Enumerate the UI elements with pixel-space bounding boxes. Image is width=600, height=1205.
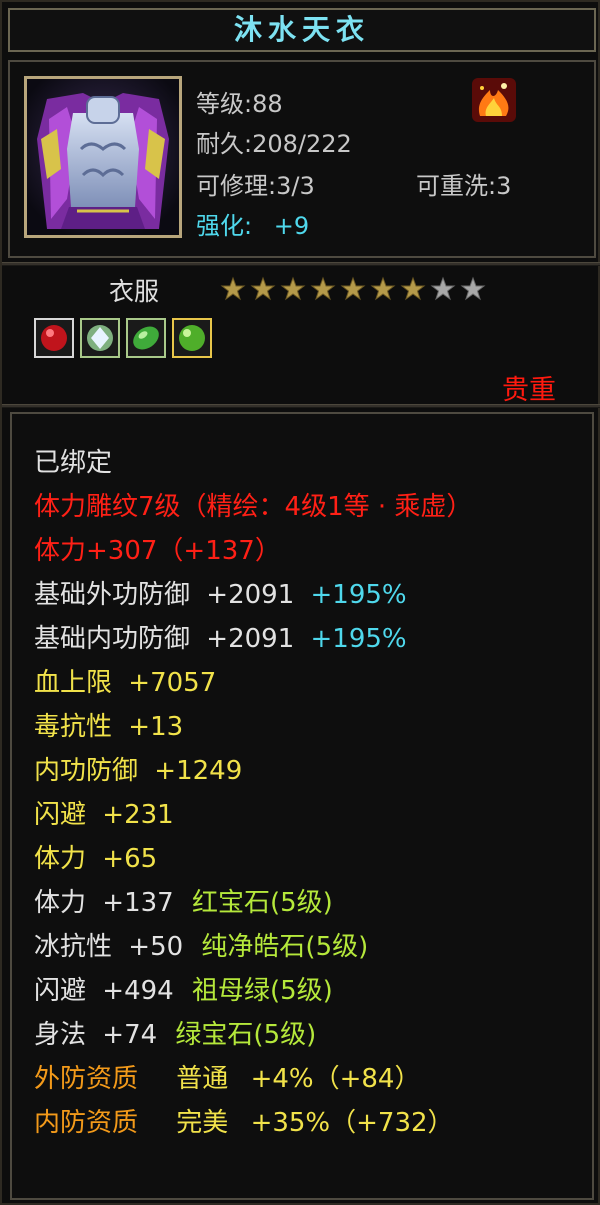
item-repair-count: 可修理:3/3 — [196, 172, 315, 200]
item-header: 等级:88 耐久:208/222 可修理:3/3 可重洗:3 强化: +9 — [8, 60, 596, 258]
star-empty-icon — [460, 276, 486, 301]
divider — [2, 262, 600, 266]
rarity-label: 贵重 — [502, 375, 556, 406]
item-level: 等级:88 — [196, 90, 283, 118]
poison-line: 毒抗性 +13 — [34, 712, 184, 742]
item-type: 衣服 — [109, 277, 160, 306]
item-portrait — [24, 76, 182, 238]
attribute-list: 已绑定 体力雕纹7级（精绘：4级1等 · 乘虚） 体力+307（+137） 基础… — [10, 412, 594, 1200]
gem-slots — [34, 318, 212, 358]
engrave-line: 体力雕纹7级（精绘：4级1等 · 乘虚） — [34, 492, 473, 522]
stamina-line: 体力 +65 — [34, 844, 158, 874]
enhance-label: 强化: — [196, 212, 253, 240]
dodge-line: 闪避 +231 — [34, 800, 174, 830]
title-bar: 沐水天衣 — [8, 8, 596, 52]
int-def2-line: 内功防御 +1249 — [34, 756, 243, 786]
star-filled-icon — [400, 276, 426, 301]
divider — [2, 404, 600, 408]
stamina-main-line: 体力+307（+137） — [34, 536, 281, 566]
quality-line-int: 内防资质 完美 +35%（+732） — [34, 1108, 454, 1138]
ext-def-line: 基础外功防御 +2091 +195% — [34, 580, 407, 610]
int-def-line: 基础内功防御 +2091 +195% — [34, 624, 407, 654]
diamond-gem-icon[interactable] — [80, 318, 120, 358]
enhance-value: +9 — [273, 212, 310, 240]
item-durability: 耐久:208/222 — [196, 130, 352, 158]
star-filled-icon — [220, 276, 246, 301]
star-filled-icon — [310, 276, 336, 301]
bound-status: 已绑定 — [34, 448, 113, 478]
gem-line-ruby: 体力 +137 红宝石(5级) — [34, 888, 333, 918]
star-empty-icon — [430, 276, 456, 301]
robe-icon — [27, 79, 179, 235]
star-filled-icon — [280, 276, 306, 301]
star-filled-icon — [370, 276, 396, 301]
star-rating — [220, 276, 486, 304]
gem-line-diamond: 冰抗性 +50 纯净皓石(5级) — [34, 932, 369, 962]
item-tooltip: 沐水天衣 等级:88 耐久:208/222 可修理:3/3 可重洗:3 强化: … — [0, 0, 600, 1205]
hp-line: 血上限 +7057 — [34, 668, 217, 698]
gem-line-emerald: 闪避 +494 祖母绿(5级) — [34, 976, 333, 1006]
item-enhance: 强化: +9 — [196, 206, 309, 241]
item-name: 沐水天衣 — [233, 13, 370, 46]
emerald-gem-icon[interactable] — [126, 318, 166, 358]
flame-emblem-icon — [472, 78, 516, 122]
quality-line-ext: 外防资质 普通 +4%（+84） — [34, 1064, 421, 1094]
star-filled-icon — [340, 276, 366, 301]
item-rewash-count: 可重洗:3 — [416, 172, 512, 200]
gem-line-green: 身法 +74 绿宝石(5级) — [34, 1020, 317, 1050]
ruby-gem-icon[interactable] — [34, 318, 74, 358]
star-filled-icon — [250, 276, 276, 301]
green-gem-icon[interactable] — [172, 318, 212, 358]
